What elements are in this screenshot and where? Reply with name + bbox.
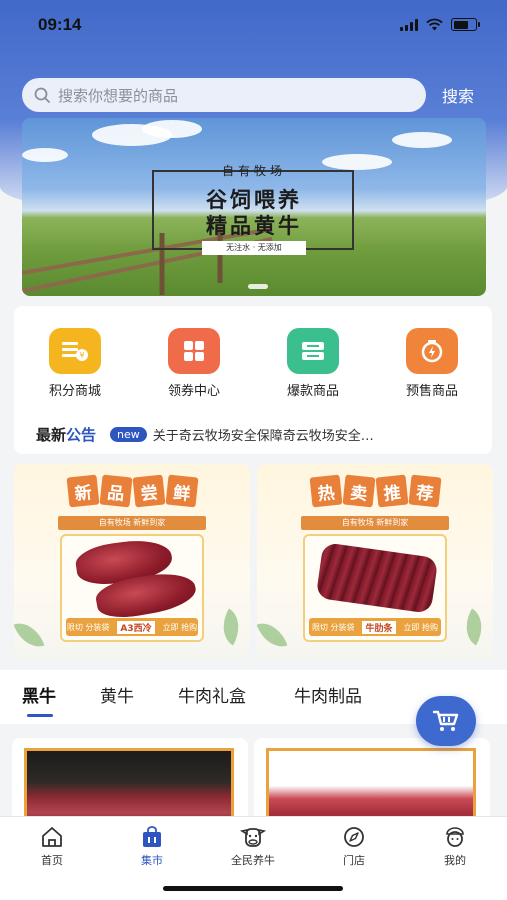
promo-subtitle: 自有牧场 新鲜到家 [301, 516, 449, 530]
promo-title-char: 荐 [408, 474, 441, 508]
points-mall-icon: ¥ [49, 328, 101, 374]
new-badge: new [110, 426, 147, 442]
presale-icon [406, 328, 458, 374]
promo-title-char: 新 [66, 474, 99, 508]
menu-item-hot-products[interactable]: 爆款商品 [268, 328, 358, 399]
notice-label-blue: 公告 [66, 425, 97, 444]
nav-stores[interactable]: 门店 [314, 825, 394, 868]
promo-foot-left: 限切 分装袋 [66, 622, 110, 632]
coupon-grid-icon [168, 328, 220, 374]
home-indicator [163, 886, 343, 891]
promo-foot-right: 立即 抢购 [162, 622, 198, 632]
promo-foot-right: 立即 抢购 [403, 622, 439, 632]
nav-raise-cattle[interactable]: 全民养牛 [213, 825, 293, 868]
promo-title-char: 卖 [342, 474, 375, 508]
promo-title-char: 推 [375, 474, 408, 508]
promo-title-char: 热 [309, 474, 342, 508]
cloud [142, 120, 202, 138]
promo-subtitle: 自有牧场 新鲜到家 [58, 516, 206, 530]
search-icon [34, 87, 50, 103]
menu-item-points-mall[interactable]: ¥ 积分商城 [30, 328, 120, 399]
promo-footer: 限切 分装袋 牛肋条 立即 抢购 [309, 618, 441, 636]
nav-market[interactable]: 集市 [112, 825, 192, 868]
promo-title: 新 品 尝 鲜 [14, 474, 250, 508]
tab-beef-products[interactable]: 牛肉制品 [294, 682, 362, 707]
carousel-indicator [248, 284, 268, 289]
banner-small-title: 自有牧场 [221, 164, 286, 178]
nav-label: 门店 [343, 854, 365, 867]
cow-face-icon [240, 828, 266, 847]
search-placeholder: 搜索你想要的商品 [58, 86, 179, 105]
menu-label: 领券中心 [167, 384, 220, 399]
hero-banner[interactable]: 自有牧场 谷饲喂养 精品黄牛 无注水 · 无添加 [22, 118, 486, 296]
banner-line2: 精品黄牛 [206, 213, 302, 238]
search-button[interactable]: 搜索 [442, 83, 474, 107]
user-profile-icon [446, 827, 464, 847]
promo-panel: 限切 分装袋 A3西冷 立即 抢购 [60, 534, 204, 642]
status-time: 09:14 [38, 15, 82, 34]
promo-title: 热 卖 推 荐 [257, 474, 493, 508]
status-bar: 09:14 [0, 0, 507, 52]
promo-panel: 限切 分装袋 牛肋条 立即 抢购 [303, 534, 447, 642]
nav-home[interactable]: 首页 [12, 825, 92, 868]
announcement-bar[interactable]: 最新 公告 new 关于奇云牧场安全保障奇云牧场安全… [36, 423, 476, 445]
wifi-icon [426, 18, 443, 31]
menu-item-coupon-center[interactable]: 领券中心 [149, 328, 239, 399]
promo-title-char: 品 [99, 474, 132, 508]
hot-product-icon [287, 328, 339, 374]
battery-icon [451, 18, 480, 31]
promo-title-char: 鲜 [165, 474, 198, 508]
banner-tag: 无注水 · 无添加 [202, 241, 306, 255]
market-bag-icon [143, 826, 161, 847]
promo-foot-left: 限切 分装袋 [311, 622, 355, 632]
svg-text:¥: ¥ [79, 351, 84, 360]
leaf-decoration [213, 608, 249, 646]
tab-yellow-cattle[interactable]: 黄牛 [100, 682, 134, 707]
nav-label: 全民养牛 [231, 854, 275, 867]
product-card[interactable] [12, 738, 248, 828]
menu-label: 积分商城 [48, 384, 101, 399]
home-icon [42, 827, 62, 847]
leaf-decoration [14, 617, 45, 653]
promo-card-hot-recommend[interactable]: 热 卖 推 荐 自有牧场 新鲜到家 限切 分装袋 牛肋条 立即 抢购 [257, 464, 493, 660]
tab-beef-gift-box[interactable]: 牛肉礼盒 [178, 682, 246, 707]
active-tab-indicator [27, 714, 53, 717]
shopping-cart-icon [432, 710, 459, 731]
cloud [392, 132, 452, 148]
notice-text: 关于奇云牧场安全保障奇云牧场安全… [152, 428, 374, 444]
nav-label: 我的 [444, 854, 466, 867]
cellular-signal-icon [400, 18, 418, 31]
product-card[interactable] [254, 738, 490, 828]
search-input[interactable]: 搜索你想要的商品 [22, 78, 426, 112]
promo-foot-product: 牛肋条 [362, 620, 396, 634]
promo-foot-product: A3西冷 [117, 620, 155, 634]
search-row: 搜索你想要的商品 搜索 [22, 78, 492, 112]
promo-card-new-products[interactable]: 新 品 尝 鲜 自有牧场 新鲜到家 限切 分装袋 A3西冷 立即 抢购 [14, 464, 250, 660]
quick-menu-card: ¥ 积分商城 领券中心 爆款商品 预售商品 最新 公告 new 关于奇云牧场安全… [14, 306, 492, 454]
cart-button[interactable] [416, 696, 476, 746]
promo-footer: 限切 分装袋 A3西冷 立即 抢购 [66, 618, 198, 636]
compass-icon [344, 827, 364, 847]
promo-title-char: 尝 [132, 474, 165, 508]
nav-label: 首页 [41, 854, 63, 867]
menu-item-presale[interactable]: 预售商品 [387, 328, 477, 399]
menu-label: 爆款商品 [286, 384, 339, 399]
menu-label: 预售商品 [405, 384, 458, 399]
leaf-decoration [456, 608, 492, 646]
beef-rib-image [315, 542, 439, 614]
cloud [22, 148, 68, 162]
tab-black-cattle[interactable]: 黑牛 [22, 682, 56, 707]
notice-label-dark: 最新 [36, 425, 67, 444]
nav-label: 集市 [141, 854, 163, 867]
leaf-decoration [257, 617, 288, 653]
nav-profile[interactable]: 我的 [415, 825, 495, 868]
status-icons [400, 18, 480, 31]
